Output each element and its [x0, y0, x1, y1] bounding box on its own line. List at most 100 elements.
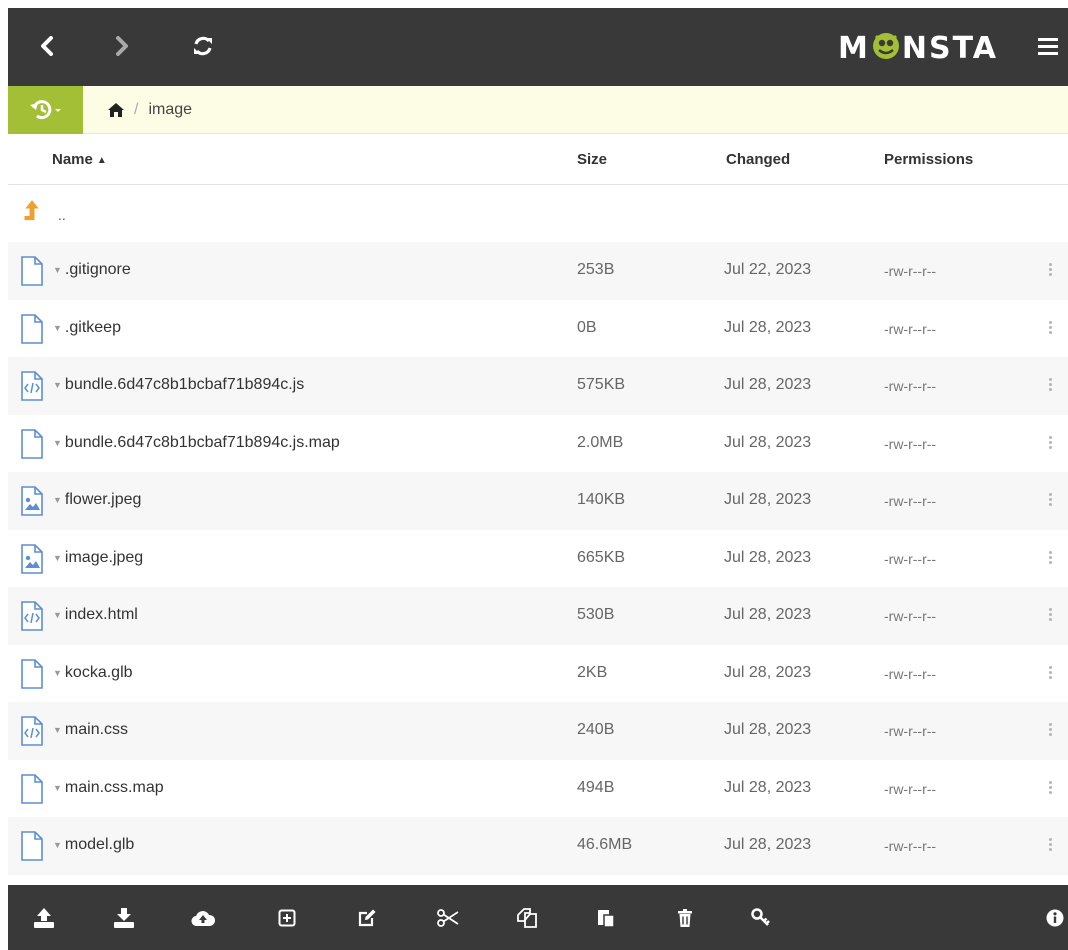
sort-ascending-icon: ▲	[96, 155, 107, 166]
file-permissions: -rw-r--r--	[884, 550, 937, 567]
breadcrumb-current[interactable]: image	[148, 101, 192, 119]
file-name-cell[interactable]: ▼ flower.jpeg	[53, 491, 141, 509]
file-table: Name ▲ Size Changed Permissions .. ▼ .giti…	[8, 135, 1068, 875]
more-dots-icon	[1049, 268, 1052, 271]
row-menu-button[interactable]	[1044, 260, 1056, 280]
bottom-toolbar	[8, 885, 1068, 950]
row-menu-button[interactable]	[1044, 835, 1056, 855]
new-item-button[interactable]	[274, 905, 300, 931]
more-dots-icon	[1049, 785, 1052, 789]
file-name-cell[interactable]: ▼ kocka.glb	[53, 664, 133, 682]
back-button[interactable]	[32, 31, 62, 61]
file-name-cell[interactable]: ▼ .gitkeep	[53, 319, 121, 337]
file-name-cell[interactable]: ▼ bundle.6d47c8b1bcbaf71b894c.js	[53, 376, 304, 394]
edit-button[interactable]	[354, 905, 380, 931]
file-row[interactable]: ▼ .gitkeep 0B Jul 28, 2023 -rw-r--r--	[8, 300, 1068, 358]
file-row[interactable]: ▼ model.glb 46.6MB Jul 28, 2023 -rw-r--r--	[8, 817, 1068, 875]
paste-button[interactable]	[593, 905, 619, 931]
file-icon	[21, 831, 43, 861]
row-menu-button[interactable]	[1044, 663, 1056, 683]
history-dropdown-button[interactable]	[8, 86, 83, 134]
context-caret-icon[interactable]: ▼	[53, 265, 62, 275]
row-menu-button[interactable]	[1044, 490, 1056, 510]
file-name-cell[interactable]: ▼ main.css.map	[53, 779, 164, 797]
file-name-cell[interactable]: ▼ bundle.6d47c8b1bcbaf71b894c.js.map	[53, 434, 340, 452]
file-name-cell[interactable]: ▼ model.glb	[53, 836, 134, 854]
file-changed: Jul 28, 2023	[724, 433, 812, 451]
file-changed: Jul 28, 2023	[724, 836, 812, 853]
file-row[interactable]: ▼ image.jpeg 665KB Jul 28, 2023 -rw-r--r--	[8, 530, 1068, 588]
file-name-cell[interactable]: ▼ .gitignore	[53, 261, 131, 279]
delete-button[interactable]	[672, 905, 698, 931]
file-row[interactable]: ▼ bundle.6d47c8b1bcbaf71b894c.js.map 2.0MB…	[8, 415, 1068, 473]
info-icon	[1046, 909, 1064, 927]
breadcrumb-home[interactable]	[108, 103, 124, 117]
file-permissions: -rw-r--r--	[884, 838, 937, 854]
row-menu-button[interactable]	[1044, 433, 1056, 453]
file-row[interactable]: ▼ main.css 240B Jul 28, 2023 -rw-r--r--	[8, 702, 1068, 760]
file-icon	[21, 658, 43, 689]
more-dots-icon	[1049, 503, 1052, 506]
file-row[interactable]: ▼ bundle.6d47c8b1bcbaf71b894c.js 575KB Jul …	[8, 357, 1068, 415]
forward-button[interactable]	[107, 31, 137, 61]
file-row[interactable]: ▼ main.css.map 494B Jul 28, 2023 -rw-r--r--	[8, 760, 1068, 818]
column-permissions-header[interactable]: Permissions	[884, 151, 973, 168]
more-dots-icon	[1049, 263, 1052, 266]
refresh-button[interactable]	[188, 31, 218, 61]
upload-button[interactable]	[31, 905, 57, 931]
context-caret-icon[interactable]: ▼	[53, 553, 62, 563]
context-caret-icon[interactable]: ▼	[53, 610, 62, 620]
more-dots-icon	[1049, 388, 1052, 391]
file-name-cell[interactable]: ▼ image.jpeg	[53, 549, 143, 567]
file-changed: Jul 28, 2023	[724, 721, 812, 738]
parent-directory-row[interactable]: ..	[8, 185, 1068, 242]
more-dots-icon	[1049, 613, 1052, 616]
cut-button[interactable]	[435, 905, 461, 931]
more-dots-icon	[1049, 440, 1052, 444]
more-dots-icon	[1049, 493, 1052, 496]
more-dots-icon	[1049, 445, 1052, 449]
file-name: main.css	[64, 721, 129, 738]
cloud-upload-button[interactable]	[190, 905, 216, 931]
file-name-cell[interactable]: ▼ index.html	[53, 606, 138, 624]
file-row[interactable]: ▼ index.html 530B Jul 28, 2023 -rw-r--r--	[8, 587, 1068, 645]
more-dots-icon	[1049, 675, 1052, 679]
context-caret-icon[interactable]: ▼	[53, 380, 62, 390]
context-caret-icon[interactable]: ▼	[53, 495, 62, 505]
file-changed: Jul 22, 2023	[724, 261, 812, 278]
row-menu-button[interactable]	[1044, 375, 1056, 395]
file-size: 46.6MB	[577, 836, 633, 853]
context-caret-icon[interactable]: ▼	[53, 783, 62, 793]
copy-button[interactable]	[514, 905, 540, 931]
row-menu-button[interactable]	[1044, 548, 1056, 568]
file-icon	[21, 428, 43, 459]
key-icon	[751, 908, 770, 926]
breadcrumb: / image	[108, 86, 192, 134]
row-menu-button[interactable]	[1044, 318, 1056, 338]
context-caret-icon[interactable]: ▼	[53, 725, 62, 735]
context-caret-icon[interactable]: ▼	[53, 438, 62, 448]
column-changed-header[interactable]: Changed	[726, 151, 790, 168]
row-menu-button[interactable]	[1044, 605, 1056, 625]
row-menu-button[interactable]	[1044, 720, 1056, 740]
file-changed: Jul 28, 2023	[724, 318, 812, 336]
permissions-button[interactable]	[748, 905, 774, 931]
file-name-cell[interactable]: ▼ main.css	[53, 721, 128, 739]
more-dots-icon	[1049, 670, 1052, 674]
row-menu-button[interactable]	[1044, 778, 1056, 798]
menu-button[interactable]	[1038, 35, 1062, 57]
file-permissions: -rw-r--r--	[884, 665, 937, 682]
context-caret-icon[interactable]: ▼	[53, 323, 62, 333]
context-caret-icon[interactable]: ▼	[53, 840, 62, 850]
home-icon	[108, 103, 124, 117]
download-button[interactable]	[111, 905, 137, 931]
file-name: bundle.6d47c8b1bcbaf71b894c.js	[64, 376, 305, 393]
file-row[interactable]: ▼ kocka.glb 2KB Jul 28, 2023 -rw-r--r--	[8, 645, 1068, 703]
info-button[interactable]	[1042, 905, 1068, 931]
file-name: bundle.6d47c8b1bcbaf71b894c.js.map	[64, 433, 340, 451]
context-caret-icon[interactable]: ▼	[53, 668, 62, 678]
column-name-header[interactable]: Name ▲	[52, 151, 107, 168]
file-row[interactable]: ▼ flower.jpeg 140KB Jul 28, 2023 -rw-r--r--	[8, 472, 1068, 530]
column-size-header[interactable]: Size	[577, 151, 607, 168]
file-row[interactable]: ▼ .gitignore 253B Jul 22, 2023 -rw-r--r--	[8, 242, 1068, 300]
